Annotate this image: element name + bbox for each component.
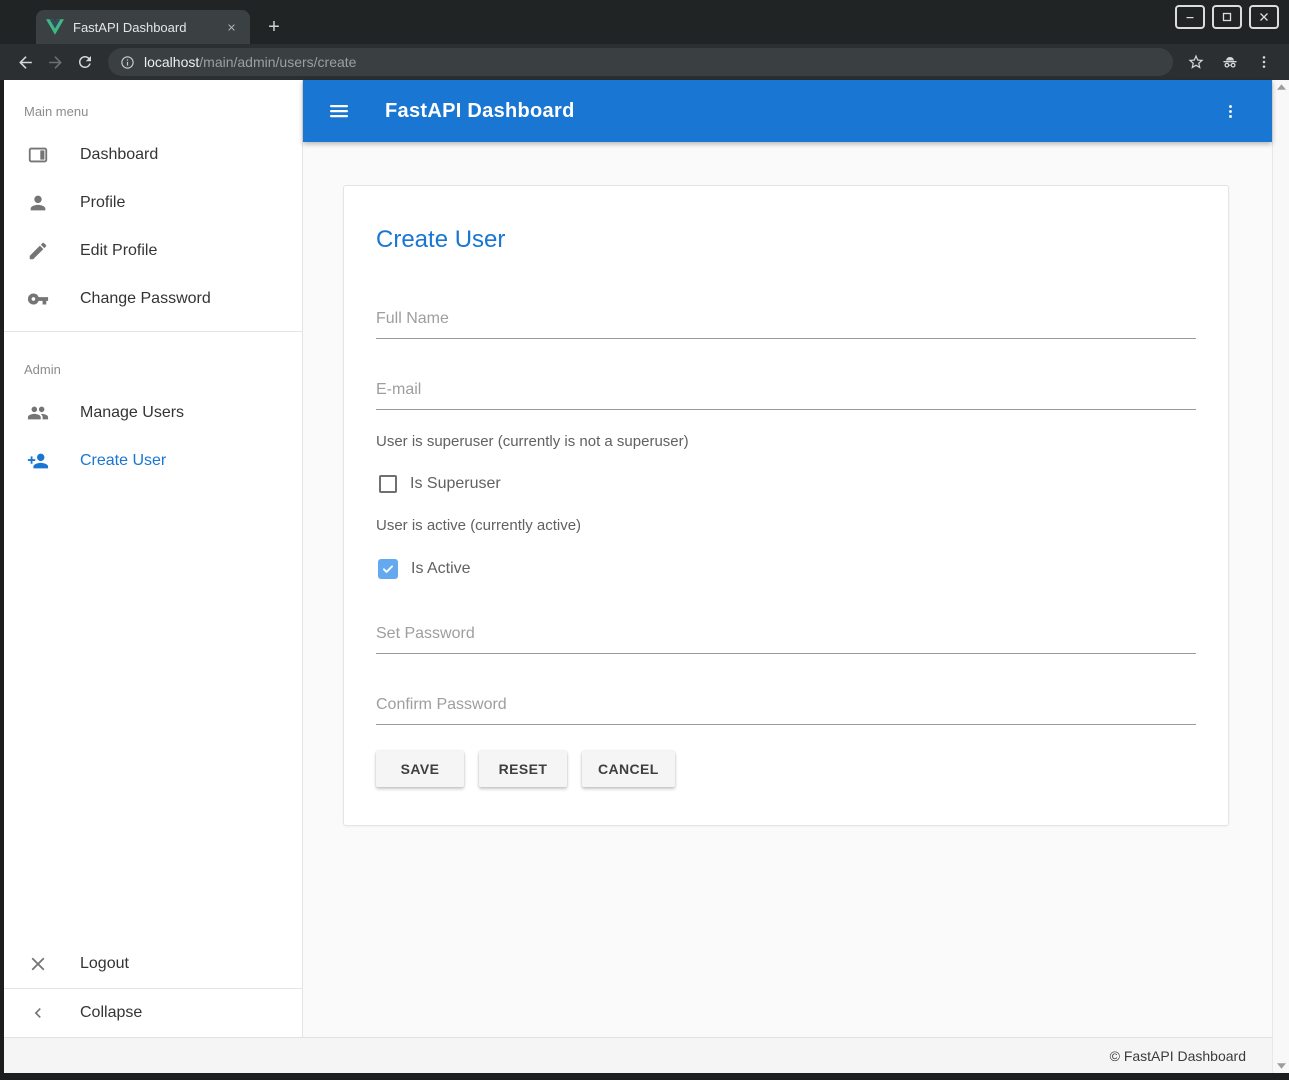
browser-menu-icon[interactable]	[1249, 47, 1279, 77]
scrollbar[interactable]	[1272, 80, 1289, 1073]
main-area: FastAPI Dashboard Create User	[303, 80, 1272, 1037]
save-button[interactable]: SAVE	[376, 751, 464, 787]
browser-toolbar: localhost/main/admin/users/create	[0, 44, 1289, 80]
toolbar-actions	[1181, 47, 1279, 77]
copyright-text: © FastAPI Dashboard	[1110, 1048, 1246, 1064]
hamburger-menu-icon[interactable]	[325, 97, 353, 125]
pencil-icon	[26, 239, 50, 263]
sidebar-section-admin: Admin	[4, 340, 302, 389]
sidebar-item-collapse[interactable]: Collapse	[4, 989, 302, 1037]
active-hint: User is active (currently active)	[376, 517, 1196, 534]
sidebar-item-label: Create User	[80, 452, 166, 470]
reset-button[interactable]: RESET	[479, 751, 567, 787]
browser-window: FastAPI Dashboard +	[0, 0, 1289, 1080]
set-password-field-wrap	[376, 625, 1196, 654]
sidebar-item-label: Profile	[80, 194, 125, 212]
browser-tab[interactable]: FastAPI Dashboard	[36, 10, 250, 44]
form-actions: SAVE RESET CANCEL	[376, 751, 1196, 787]
sidebar-item-label: Dashboard	[80, 146, 158, 164]
confirm-password-input[interactable]	[376, 696, 1196, 725]
page-main: Main menu Dashboard Profile	[4, 80, 1272, 1037]
superuser-checkbox-row: Is Superuser	[376, 475, 1196, 493]
page-body: Main menu Dashboard Profile	[0, 80, 1289, 1080]
back-icon[interactable]	[10, 47, 40, 77]
person-icon	[26, 191, 50, 215]
superuser-hint: User is superuser (currently is not a su…	[376, 433, 1196, 450]
forward-icon[interactable]	[40, 47, 70, 77]
chevron-left-icon	[26, 1001, 50, 1025]
is-active-label: Is Active	[411, 560, 471, 578]
url-host: localhost	[144, 54, 199, 70]
sidebar-item-label: Manage Users	[80, 404, 184, 422]
sidebar-item-edit-profile[interactable]: Edit Profile	[4, 227, 302, 275]
sidebar-item-label: Collapse	[80, 1004, 142, 1022]
web-page: Main menu Dashboard Profile	[4, 80, 1272, 1073]
incognito-icon	[1215, 47, 1245, 77]
tab-close-icon[interactable]	[222, 18, 240, 36]
email-input[interactable]	[376, 381, 1196, 410]
sidebar-divider	[4, 331, 302, 332]
address-bar[interactable]: localhost/main/admin/users/create	[108, 48, 1173, 76]
is-active-checkbox[interactable]	[378, 559, 398, 579]
content-area: Create User User is superuser (currently…	[303, 142, 1272, 1037]
tab-strip: FastAPI Dashboard +	[0, 0, 1289, 44]
confirm-password-field-wrap	[376, 696, 1196, 725]
sidebar-section-main-menu: Main menu	[4, 80, 302, 131]
sidebar: Main menu Dashboard Profile	[4, 80, 303, 1037]
key-icon	[26, 287, 50, 311]
cancel-button[interactable]: CANCEL	[582, 751, 675, 787]
full-name-input[interactable]	[376, 310, 1196, 339]
scroll-down-icon[interactable]	[1277, 1063, 1286, 1069]
sidebar-bottom: Logout Collapse	[4, 940, 302, 1037]
create-user-card: Create User User is superuser (currently…	[343, 185, 1229, 826]
close-x-icon	[26, 952, 50, 976]
sidebar-item-manage-users[interactable]: Manage Users	[4, 389, 302, 437]
maximize-icon[interactable]	[1212, 5, 1242, 29]
app-bar: FastAPI Dashboard	[303, 80, 1272, 142]
vue-favicon-icon	[46, 19, 64, 35]
active-checkbox-row: Is Active	[376, 559, 1196, 579]
dashboard-icon	[26, 143, 50, 167]
reload-icon[interactable]	[70, 47, 100, 77]
bookmark-star-icon[interactable]	[1181, 47, 1211, 77]
group-icon	[26, 401, 50, 425]
sidebar-item-label: Change Password	[80, 290, 211, 308]
sidebar-item-label: Edit Profile	[80, 242, 157, 260]
appbar-menu-icon[interactable]	[1216, 97, 1244, 125]
scroll-up-icon[interactable]	[1277, 84, 1286, 90]
set-password-input[interactable]	[376, 625, 1196, 654]
full-name-field-wrap	[376, 310, 1196, 339]
sidebar-item-logout[interactable]: Logout	[4, 940, 302, 988]
is-superuser-checkbox[interactable]	[379, 475, 397, 493]
page-title: Create User	[376, 226, 1196, 254]
appbar-title: FastAPI Dashboard	[385, 100, 1216, 123]
minimize-icon[interactable]	[1175, 5, 1205, 29]
new-tab-button[interactable]: +	[260, 13, 288, 41]
window-controls	[1175, 5, 1279, 29]
sidebar-item-change-password[interactable]: Change Password	[4, 275, 302, 323]
email-field-wrap	[376, 381, 1196, 410]
site-info-icon[interactable]	[120, 55, 135, 70]
is-superuser-label: Is Superuser	[410, 475, 501, 493]
url-path: /main/admin/users/create	[199, 54, 356, 70]
tab-title: FastAPI Dashboard	[73, 20, 222, 35]
sidebar-item-profile[interactable]: Profile	[4, 179, 302, 227]
sidebar-item-dashboard[interactable]: Dashboard	[4, 131, 302, 179]
sidebar-item-label: Logout	[80, 955, 129, 973]
close-window-icon[interactable]	[1249, 5, 1279, 29]
person-add-icon	[26, 449, 50, 473]
sidebar-item-create-user[interactable]: Create User	[4, 437, 302, 485]
page-footer: © FastAPI Dashboard	[4, 1037, 1272, 1073]
